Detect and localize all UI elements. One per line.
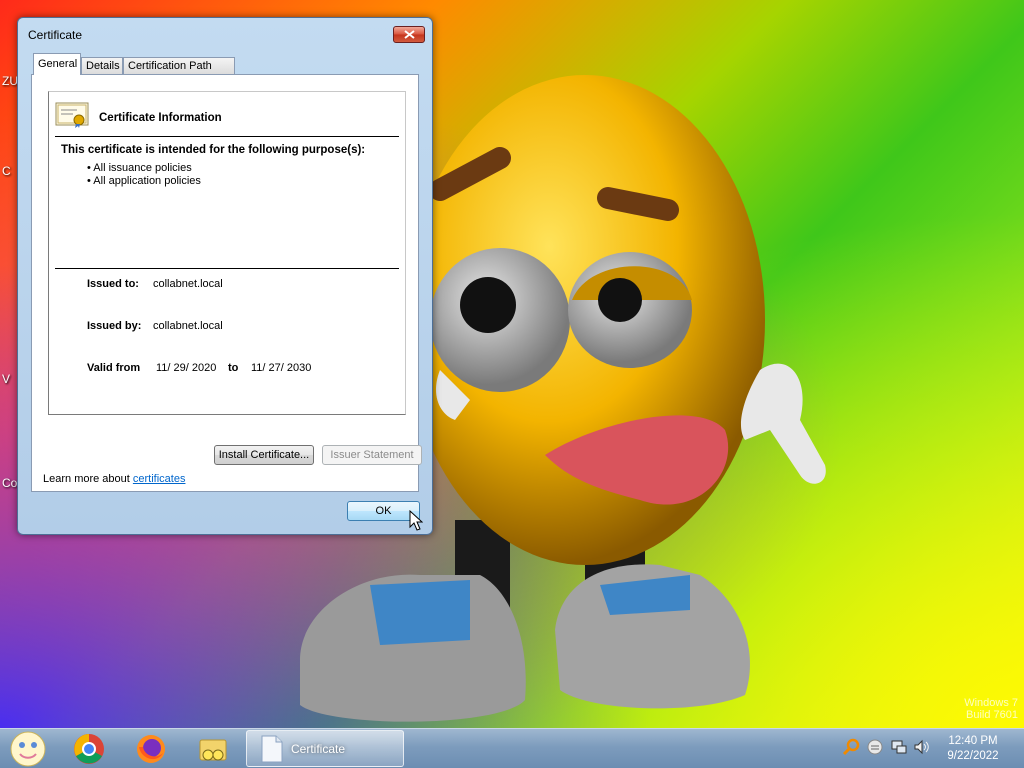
desktop-icon-label[interactable]: ZU xyxy=(2,74,18,88)
valid-from-value: 11/ 29/ 2020 xyxy=(156,362,217,374)
close-icon xyxy=(403,30,415,39)
tab-general[interactable]: General xyxy=(33,53,81,75)
valid-to-label: to xyxy=(228,362,239,374)
watermark-line: Build 7601 xyxy=(966,709,1018,721)
file-explorer-icon[interactable] xyxy=(197,733,229,765)
network-icon[interactable] xyxy=(890,738,908,756)
valid-from-label: Valid from xyxy=(87,362,141,374)
divider xyxy=(55,268,399,269)
certificate-info-box: Certificate Information This certificate… xyxy=(48,91,406,415)
learn-more-text: Learn more about certificates xyxy=(43,473,185,485)
tab-details[interactable]: Details xyxy=(81,57,123,74)
taskbar: Certificate 12:40 PM 9/22/2022 xyxy=(0,728,1024,768)
divider xyxy=(55,136,399,137)
desktop-icon-label[interactable]: V xyxy=(2,372,10,386)
start-button-icon[interactable] xyxy=(8,731,48,767)
firefox-icon[interactable] xyxy=(135,733,167,765)
tab-certification-path[interactable]: Certification Path xyxy=(123,57,235,74)
taskbar-item-label: Certificate xyxy=(291,742,346,756)
desktop-icon-label[interactable]: C xyxy=(2,164,11,178)
os-watermark: Windows 7 Build 7601 xyxy=(964,697,1018,721)
info-title: Certificate Information xyxy=(99,112,222,124)
system-clock[interactable]: 12:40 PM 9/22/2022 xyxy=(934,734,1012,764)
dialog-titlebar[interactable]: Certificate xyxy=(18,18,432,52)
volume-icon[interactable] xyxy=(913,738,931,756)
issued-to-value: collabnet.local xyxy=(153,278,223,290)
desktop-icon-label[interactable]: Co xyxy=(2,476,17,490)
dialog-title: Certificate xyxy=(28,28,83,42)
mouse-cursor-icon xyxy=(409,510,423,531)
certificate-icon xyxy=(55,102,89,128)
general-tab-panel: Certificate Information This certificate… xyxy=(31,74,422,492)
search-icon[interactable] xyxy=(842,738,860,756)
issued-by-value: collabnet.local xyxy=(153,320,223,332)
clock-date: 9/22/2022 xyxy=(947,750,999,762)
list-item: • All issuance policies xyxy=(87,162,192,174)
close-button[interactable] xyxy=(393,26,425,43)
issued-by-label: Issued by: xyxy=(87,320,142,332)
learn-more-prefix: Learn more about xyxy=(43,473,133,485)
install-certificate-button[interactable]: Install Certificate... xyxy=(214,445,314,465)
purpose-list: • All issuance policies • All applicatio… xyxy=(87,162,201,188)
issued-to-label: Issued to: xyxy=(87,278,139,290)
taskbar-item-certificate[interactable]: Certificate xyxy=(246,730,404,767)
document-icon xyxy=(261,735,283,763)
list-item: • All application policies xyxy=(87,175,201,187)
chrome-icon[interactable] xyxy=(73,733,105,765)
purpose-heading: This certificate is intended for the fol… xyxy=(61,144,366,156)
certificates-link[interactable]: certificates xyxy=(133,473,186,485)
chat-icon[interactable] xyxy=(866,738,884,756)
watermark-line: Windows 7 xyxy=(964,697,1018,709)
clock-time: 12:40 PM xyxy=(948,735,998,747)
certificate-dialog: Certificate General Details Certificatio… xyxy=(17,17,433,535)
issuer-statement-button[interactable]: Issuer Statement xyxy=(322,445,422,465)
valid-to-value: 11/ 27/ 2030 xyxy=(251,362,312,374)
